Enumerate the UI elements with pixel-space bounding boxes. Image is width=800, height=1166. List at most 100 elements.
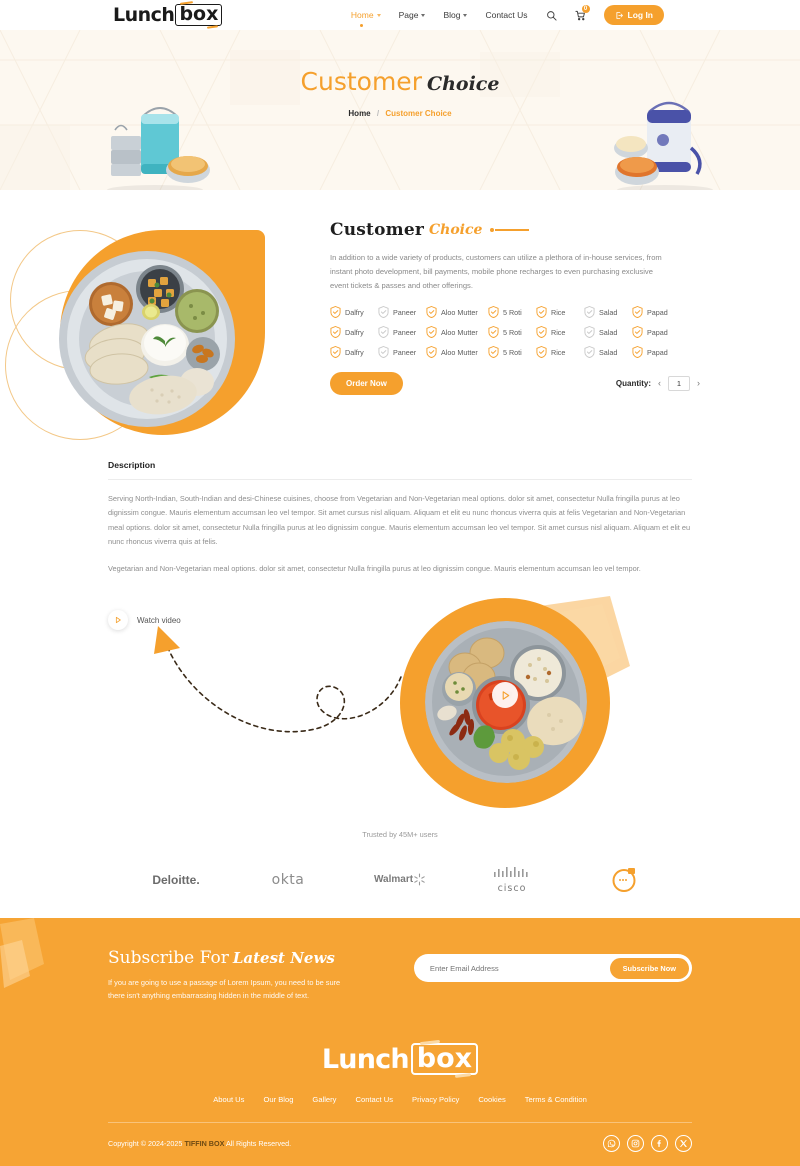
cart-icon[interactable]: 0 (574, 4, 590, 21)
shield-check-icon (426, 326, 437, 339)
product-title-part2: Choice (429, 222, 483, 238)
product-options: Dalfry Paneer Aloo Mutter 5 Roti Rice Sa… (330, 306, 700, 359)
footer-link-about-us[interactable]: About Us (213, 1095, 244, 1104)
shield-check-icon (426, 346, 437, 359)
login-button[interactable]: Log In (603, 5, 664, 25)
logo-ring (568, 867, 680, 893)
quantity-decrease-button[interactable]: ‹ (658, 379, 661, 388)
product-media (0, 212, 330, 442)
nav-label-contact: Contact Us (485, 10, 528, 20)
quantity-stepper: Quantity: ‹ 1 › (616, 376, 700, 392)
logo-okta-text: okta (271, 871, 305, 888)
option-label: Dalfry (345, 307, 364, 317)
site-footer: Lunch box About Us Our Blog Gallery Cont… (0, 1025, 800, 1166)
email-field[interactable] (429, 963, 610, 973)
option-label: Paneer (393, 327, 417, 337)
copyright-brand: TIFFIN BOX (184, 1139, 225, 1149)
footer-link-terms-condition[interactable]: Terms & Condition (525, 1095, 587, 1104)
option-5-roti[interactable]: 5 Roti (488, 306, 536, 319)
logo-okta: okta (232, 872, 344, 888)
video-play-button[interactable] (492, 682, 518, 709)
nav-item-contact-us[interactable]: Contact Us (485, 10, 527, 20)
cisco-bars-icon (494, 867, 528, 878)
option-5-roti[interactable]: 5 Roti (488, 346, 536, 359)
site-header: Lunch box Home Page Blog Contact Us 0 Lo… (0, 0, 800, 30)
option-aloo-mutter[interactable]: Aloo Mutter (426, 346, 488, 359)
shield-check-icon (378, 306, 389, 319)
option-paneer[interactable]: Paneer (378, 346, 426, 359)
shield-check-icon (632, 346, 643, 359)
page-root: Lunch box Home Page Blog Contact Us 0 Lo… (0, 0, 800, 1166)
option-rice[interactable]: Rice (536, 306, 584, 319)
footer-link-privacy-policy[interactable]: Privacy Policy (412, 1095, 459, 1104)
nav-item-page[interactable]: Page (399, 10, 426, 20)
option-label: Salad (599, 327, 618, 337)
product-thali-image (57, 249, 237, 429)
nav-item-home[interactable]: Home (351, 10, 381, 27)
option-rice[interactable]: Rice (536, 346, 584, 359)
subscribe-now-button[interactable]: Subscribe Now (609, 957, 689, 979)
facebook-icon[interactable] (651, 1135, 668, 1153)
footer-logo-text-box: box (410, 1043, 479, 1076)
option-aloo-mutter[interactable]: Aloo Mutter (426, 306, 488, 319)
option-label: Dalfry (345, 327, 364, 337)
copyright-text: Copyright © 2024-2025 TIFFIN BOX All Rig… (108, 1139, 291, 1148)
order-now-button[interactable]: Order Now (330, 372, 403, 396)
breadcrumb-home[interactable]: Home (348, 109, 370, 118)
option-dalfry[interactable]: Dalfry (330, 306, 378, 319)
option-papad[interactable]: Papad (632, 306, 680, 319)
footer-logo[interactable]: Lunch box (108, 1043, 692, 1076)
option-dalfry[interactable]: Dalfry (330, 346, 378, 359)
option-salad[interactable]: Salad (584, 346, 632, 359)
option-label: Dalfry (345, 347, 364, 357)
option-row: Dalfry Paneer Aloo Mutter 5 Roti Rice Sa… (330, 306, 700, 319)
x-icon[interactable] (675, 1135, 692, 1153)
subscribe-title-part1: Subscribe For (108, 948, 229, 969)
footer-link-cookies[interactable]: Cookies (478, 1095, 505, 1104)
subscribe-inner: Subscribe For Latest News If you are goin… (108, 948, 692, 1003)
play-icon (108, 610, 128, 631)
shield-check-icon (488, 326, 499, 339)
footer-link-gallery[interactable]: Gallery (312, 1095, 336, 1104)
footer-nav: About Us Our Blog Gallery Contact Us Pri… (108, 1095, 692, 1104)
option-salad[interactable]: Salad (584, 306, 632, 319)
product-info: Customer Choice In addition to a wide va… (330, 212, 800, 442)
shield-check-icon (584, 306, 595, 319)
quantity-increase-button[interactable]: › (697, 379, 700, 388)
video-section: Watch video (0, 596, 800, 826)
option-label: Papad (647, 347, 668, 357)
footer-link-contact-us[interactable]: Contact Us (355, 1095, 393, 1104)
title-accent-dash (490, 228, 530, 232)
chevron-down-icon (421, 13, 426, 17)
description-body: Serving North-Indian, South-Indian and d… (108, 492, 692, 576)
footer-link-our-blog[interactable]: Our Blog (263, 1095, 293, 1104)
description-heading: Description (108, 460, 156, 470)
option-aloo-mutter[interactable]: Aloo Mutter (426, 326, 488, 339)
option-papad[interactable]: Papad (632, 326, 680, 339)
option-label: 5 Roti (503, 347, 522, 357)
option-papad[interactable]: Papad (632, 346, 680, 359)
nav-item-blog[interactable]: Blog (443, 10, 468, 20)
option-label: Paneer (393, 307, 417, 317)
option-rice[interactable]: Rice (536, 326, 584, 339)
option-paneer[interactable]: Paneer (378, 326, 426, 339)
site-logo[interactable]: Lunch box (113, 4, 223, 26)
footer-logo-text-lunch: Lunch (321, 1043, 410, 1075)
quantity-value[interactable]: 1 (668, 376, 690, 392)
whatsapp-icon[interactable] (603, 1135, 620, 1153)
description-divider (108, 479, 692, 480)
search-icon[interactable] (546, 10, 557, 21)
subscribe-title-part2: Latest News (232, 949, 335, 968)
option-salad[interactable]: Salad (584, 326, 632, 339)
shield-check-icon (584, 326, 595, 339)
instagram-icon[interactable] (627, 1135, 644, 1153)
option-dalfry[interactable]: Dalfry (330, 326, 378, 339)
option-label: Rice (551, 347, 566, 357)
shield-check-icon (330, 306, 341, 319)
option-paneer[interactable]: Paneer (378, 306, 426, 319)
shield-check-icon (488, 346, 499, 359)
option-5-roti[interactable]: 5 Roti (488, 326, 536, 339)
option-row: Dalfry Paneer Aloo Mutter 5 Roti Rice Sa… (330, 346, 700, 359)
product-description: In addition to a wide variety of product… (330, 253, 662, 291)
logo-text-lunch: Lunch (113, 4, 175, 26)
